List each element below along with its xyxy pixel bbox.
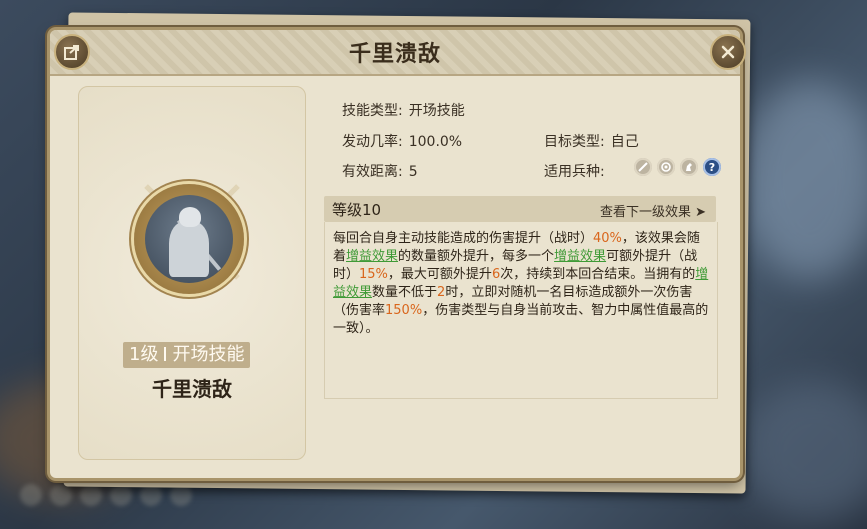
troop-icons: ? (634, 158, 721, 176)
skill-type-label: 技能类型: (342, 103, 403, 119)
share-icon (64, 45, 79, 60)
skill-level-tag: 1级 开场技能 (123, 342, 251, 368)
skill-description: 每回合自身主动技能造成的伤害提升（战时）40%，该效果会随着增益效果的数量额外提… (333, 231, 709, 336)
share-button[interactable] (54, 34, 90, 70)
skill-portrait (145, 195, 233, 283)
skill-level: 1级 (129, 344, 159, 365)
warrior-figure (169, 221, 209, 277)
max-stack-value: 6 (491, 267, 501, 282)
sword-icon[interactable] (634, 158, 652, 176)
close-icon (721, 45, 735, 59)
skill-type-row: 技能类型: 开场技能 (342, 100, 465, 120)
trigger-rate-label: 发动几率: (342, 134, 403, 150)
skill-category: 开场技能 (172, 344, 245, 365)
range-row: 有效距离: 5 (342, 161, 418, 181)
troop-type-row: 适用兵种: ? (544, 158, 721, 181)
trigger-rate-value: 100.0% (408, 134, 463, 150)
skill-medal (134, 184, 244, 294)
buff-effect-link[interactable]: 增益效果 (346, 249, 398, 264)
level-bar: 等级10 查看下一级效果 ➤ (324, 196, 716, 222)
skill-type-value: 开场技能 (408, 103, 465, 119)
range-label: 有效距离: (342, 164, 403, 180)
trigger-rate-row: 发动几率: 100.0% (342, 131, 462, 151)
bow-icon[interactable] (657, 158, 675, 176)
target-type-row: 目标类型: 自己 (544, 131, 639, 151)
skill-name: 千里溃敌 (152, 377, 232, 401)
panel-title: 千里溃敌 (348, 42, 441, 67)
target-type-value: 自己 (610, 134, 639, 150)
title-bar: 千里溃敌 (50, 30, 746, 76)
warrior-head (179, 207, 201, 227)
troop-type-label: 适用兵种: (544, 164, 605, 180)
tag-divider (164, 347, 167, 361)
next-level-link[interactable]: 查看下一级效果 ➤ (600, 201, 706, 220)
background-blur (740, 80, 867, 280)
extra-bonus-value: 15% (359, 267, 388, 282)
horse-icon[interactable] (680, 158, 698, 176)
background-blur (740, 380, 867, 520)
close-button[interactable] (710, 34, 746, 70)
target-type-label: 目标类型: (544, 134, 605, 150)
buff-effect-link[interactable]: 增益效果 (554, 249, 606, 264)
skill-level-number: 等级10 (332, 201, 382, 219)
range-value: 5 (408, 164, 418, 180)
damage-bonus-value: 40% (593, 231, 622, 246)
skill-detail-panel: 千里溃敌 1级 开场技能 千里溃敌 技能类型: 开场技能 发动几率: 100.0… (50, 30, 746, 478)
skill-card: 1级 开场技能 千里溃敌 (78, 86, 306, 460)
damage-rate-value: 150% (385, 303, 423, 318)
question-icon[interactable]: ? (703, 158, 721, 176)
description-box: 每回合自身主动技能造成的伤害提升（战时）40%，该效果会随着增益效果的数量额外提… (324, 222, 718, 399)
